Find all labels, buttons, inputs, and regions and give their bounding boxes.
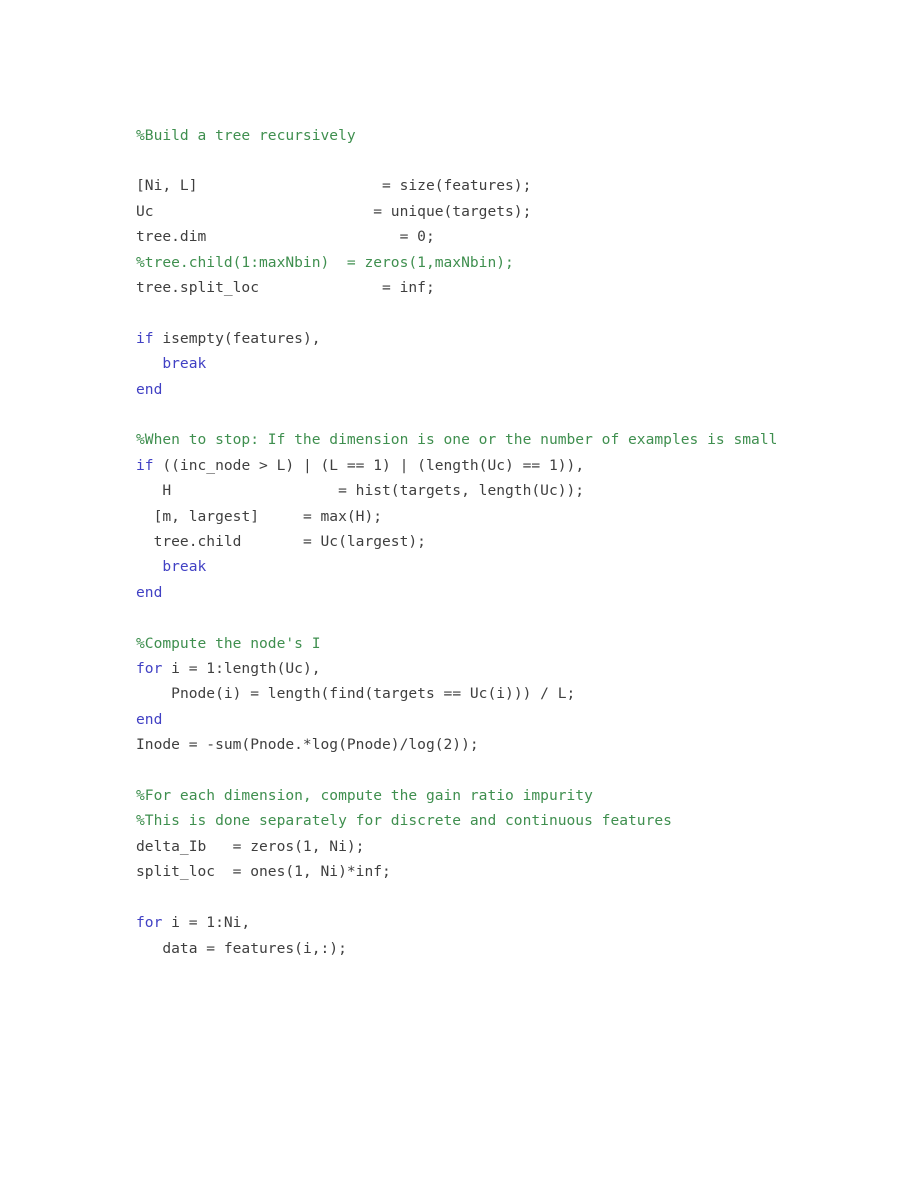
code-keyword: for — [136, 914, 163, 932]
code-text: ((inc_node > L) | (L == 1) | (length(Uc)… — [153, 456, 585, 474]
code-line: data = features(i,:); — [136, 936, 784, 961]
code-line: for i = 1:Ni, — [136, 910, 784, 935]
code-line: end — [136, 377, 784, 402]
code-comment: %This is done separately for discrete an… — [136, 812, 672, 830]
code-keyword: if — [136, 329, 154, 347]
code-line: tree.child = Uc(largest); — [136, 529, 784, 554]
code-text: tree.child = Uc(largest); — [136, 533, 426, 551]
code-text: isempty(features), — [153, 329, 321, 347]
code-keyword: for — [136, 660, 163, 678]
code-comment: %When to stop: If the dimension is one o… — [136, 431, 778, 449]
code-keyword: if — [136, 456, 154, 474]
code-line: break — [136, 351, 784, 376]
code-line: %For each dimension, compute the gain ra… — [136, 783, 784, 808]
code-line: end — [136, 707, 784, 732]
code-line: if isempty(features), — [136, 326, 784, 351]
code-line: Inode = -sum(Pnode.*log(Pnode)/log(2)); — [136, 732, 784, 757]
code-comment: %tree.child(1:maxNbin) = zeros(1,maxNbin… — [136, 253, 514, 271]
code-keyword: break — [162, 355, 207, 373]
code-text: split_loc = ones(1, Ni)*inf; — [136, 863, 391, 881]
code-line: [m, largest] = max(H); — [136, 504, 784, 529]
code-text: i = 1:Ni, — [162, 914, 251, 932]
code-text: Uc = unique(targets); — [136, 202, 532, 220]
code-line: break — [136, 554, 784, 579]
code-listing: %Build a tree recursively [Ni, L] = size… — [136, 123, 784, 961]
code-line: tree.split_loc = inf; — [136, 275, 784, 300]
code-comment: %For each dimension, compute the gain ra… — [136, 787, 593, 805]
code-text: H = hist(targets, length(Uc)); — [136, 482, 585, 500]
code-keyword: end — [136, 583, 163, 601]
code-line: if ((inc_node > L) | (L == 1) | (length(… — [136, 453, 784, 478]
code-comment: %Build a tree recursively — [136, 126, 356, 144]
code-line: %When to stop: If the dimension is one o… — [136, 427, 784, 452]
code-line: delta_Ib = zeros(1, Ni); — [136, 834, 784, 859]
page-canvas: %Build a tree recursively [Ni, L] = size… — [0, 0, 920, 1191]
code-line: for i = 1:length(Uc), — [136, 656, 784, 681]
code-text: tree.split_loc = inf; — [136, 279, 435, 297]
code-keyword: end — [136, 710, 163, 728]
code-line: end — [136, 580, 784, 605]
code-text: data = features(i,:); — [136, 939, 347, 957]
code-text: delta_Ib = zeros(1, Ni); — [136, 837, 365, 855]
code-text: Inode = -sum(Pnode.*log(Pnode)/log(2)); — [136, 736, 479, 754]
code-line: H = hist(targets, length(Uc)); — [136, 478, 784, 503]
code-comment: %Compute the node's I — [136, 634, 321, 652]
code-line: Pnode(i) = length(find(targets == Uc(i))… — [136, 681, 784, 706]
code-line: %Compute the node's I — [136, 631, 784, 656]
code-line: split_loc = ones(1, Ni)*inf; — [136, 859, 784, 884]
code-text: i = 1:length(Uc), — [162, 660, 321, 678]
code-text: [Ni, L] = size(features); — [136, 177, 532, 195]
code-keyword: break — [162, 558, 207, 576]
code-line: %This is done separately for discrete an… — [136, 808, 784, 833]
code-text: [m, largest] = max(H); — [136, 507, 383, 525]
code-line: [Ni, L] = size(features); — [136, 173, 784, 198]
code-line: tree.dim = 0; — [136, 224, 784, 249]
code-line: %tree.child(1:maxNbin) = zeros(1,maxNbin… — [136, 250, 784, 275]
code-keyword: end — [136, 380, 163, 398]
code-text: tree.dim = 0; — [136, 228, 435, 246]
code-line: Uc = unique(targets); — [136, 199, 784, 224]
code-text: Pnode(i) = length(find(targets == Uc(i))… — [136, 685, 576, 703]
code-line: %Build a tree recursively — [136, 123, 784, 148]
